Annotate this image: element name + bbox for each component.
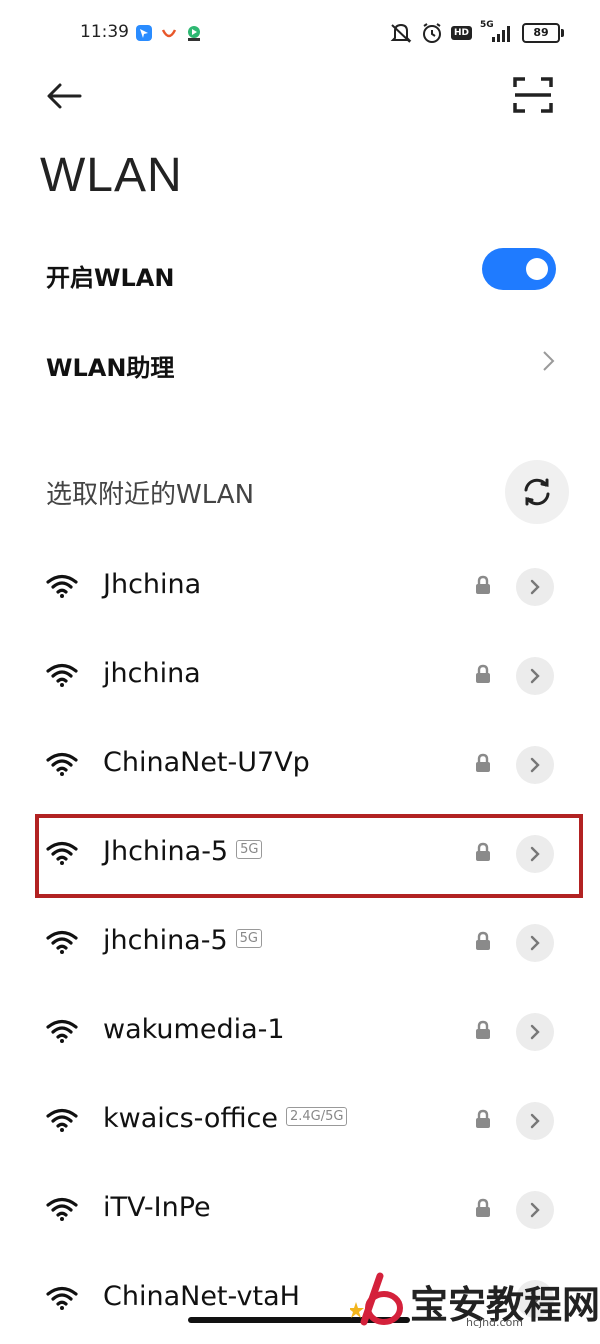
network-name-text: iTV-InPe [103,1192,211,1223]
network-name-text: kwaics-office [103,1103,278,1134]
network-row[interactable]: iTV-InPe [0,1166,600,1255]
chevron-right-icon [530,579,540,595]
network-details-button[interactable] [516,924,554,962]
wifi-signal-icon [46,752,78,776]
status-bar: 11:39 HD 5G 89 [0,0,600,66]
network-name-text: wakumedia-1 [103,1014,285,1045]
network-name: kwaics-office 2.4G/5G [103,1103,348,1134]
chevron-right-icon [530,1024,540,1040]
refresh-icon [524,478,550,506]
network-name-text: ChinaNet-U7Vp [103,747,310,778]
wifi-signal-icon [46,930,78,954]
wlan-toggle-switch[interactable] [482,248,556,290]
wifi-signal-icon [46,1286,78,1310]
back-arrow-icon[interactable] [44,76,84,116]
lock-icon [476,931,490,950]
band-badge: 2.4G/5G [286,1107,348,1126]
status-icons: HD 5G 89 [389,20,564,46]
network-row[interactable]: ChinaNet-U7Vp [0,721,600,810]
network-row[interactable]: jhchina-5 5G [0,899,600,988]
wlan-toggle-label: 开启WLAN [46,264,175,292]
network-name: jhchina-5 5G [103,925,263,956]
network-name: ChinaNet-vtaH [103,1281,300,1312]
network-details-button[interactable] [516,1013,554,1051]
signal-icon: 5G [480,20,514,44]
network-row[interactable]: kwaics-office 2.4G/5G [0,1077,600,1166]
nearby-networks-label: 选取附近的WLAN [46,480,255,510]
lock-icon [476,575,490,594]
network-details-button[interactable] [516,1191,554,1229]
page-title: WLAN [40,149,183,202]
wlan-assistant-label: WLAN助理 [46,354,175,382]
chevron-right-icon [543,351,555,371]
lock-icon [476,1198,490,1217]
scan-qr-icon[interactable] [512,76,554,114]
alarm-icon [422,23,441,43]
app-notification-icon [188,26,200,41]
mute-icon [390,23,412,43]
network-row[interactable]: wakumedia-1 [0,988,600,1077]
network-name-text: jhchina [103,658,201,689]
network-row[interactable]: jhchina [0,632,600,721]
chevron-right-icon [530,668,540,684]
wifi-signal-icon [46,1108,78,1132]
watermark-url: hcjhd.com [466,1316,524,1329]
toggle-knob [526,258,548,280]
network-name: wakumedia-1 [103,1014,285,1045]
lock-icon [476,753,490,772]
chevron-right-icon [530,757,540,773]
band-badge: 5G [235,929,263,948]
network-name: Jhchina [103,569,201,600]
network-details-button[interactable] [516,657,554,695]
lock-icon [476,1020,490,1039]
wifi-signal-icon [46,663,78,687]
network-name: ChinaNet-U7Vp [103,747,310,778]
wifi-signal-icon [46,574,78,598]
network-name: jhchina [103,658,201,689]
network-details-button[interactable] [516,746,554,784]
network-details-button[interactable] [516,568,554,606]
chevron-right-icon [530,1202,540,1218]
network-name-text: Jhchina [103,569,202,600]
lock-icon [476,1109,490,1128]
hd-badge: HD [450,26,472,40]
watermark: 宝安教程网 hcjhd.com [350,1272,600,1333]
wifi-signal-icon [46,1019,78,1043]
status-time: 11:39 [80,22,129,42]
watermark-logo-icon [350,1272,403,1326]
lock-icon [476,664,490,683]
network-name-text: ChinaNet-vtaH [103,1281,300,1312]
chevron-right-icon [530,1113,540,1129]
network-details-button[interactable] [516,1102,554,1140]
app-notification-icon [136,25,152,41]
battery-icon: 89 [522,23,564,43]
chevron-right-icon [530,935,540,951]
highlight-box [35,814,583,898]
network-row[interactable]: Jhchina [0,543,600,632]
refresh-button[interactable] [505,460,569,524]
network-name-text: jhchina-5 [103,925,228,956]
wifi-signal-icon [46,1197,78,1221]
wlan-assistant-row[interactable]: WLAN助理 [0,326,600,396]
network-name: iTV-InPe [103,1192,211,1223]
app-notification-icon [161,29,177,38]
